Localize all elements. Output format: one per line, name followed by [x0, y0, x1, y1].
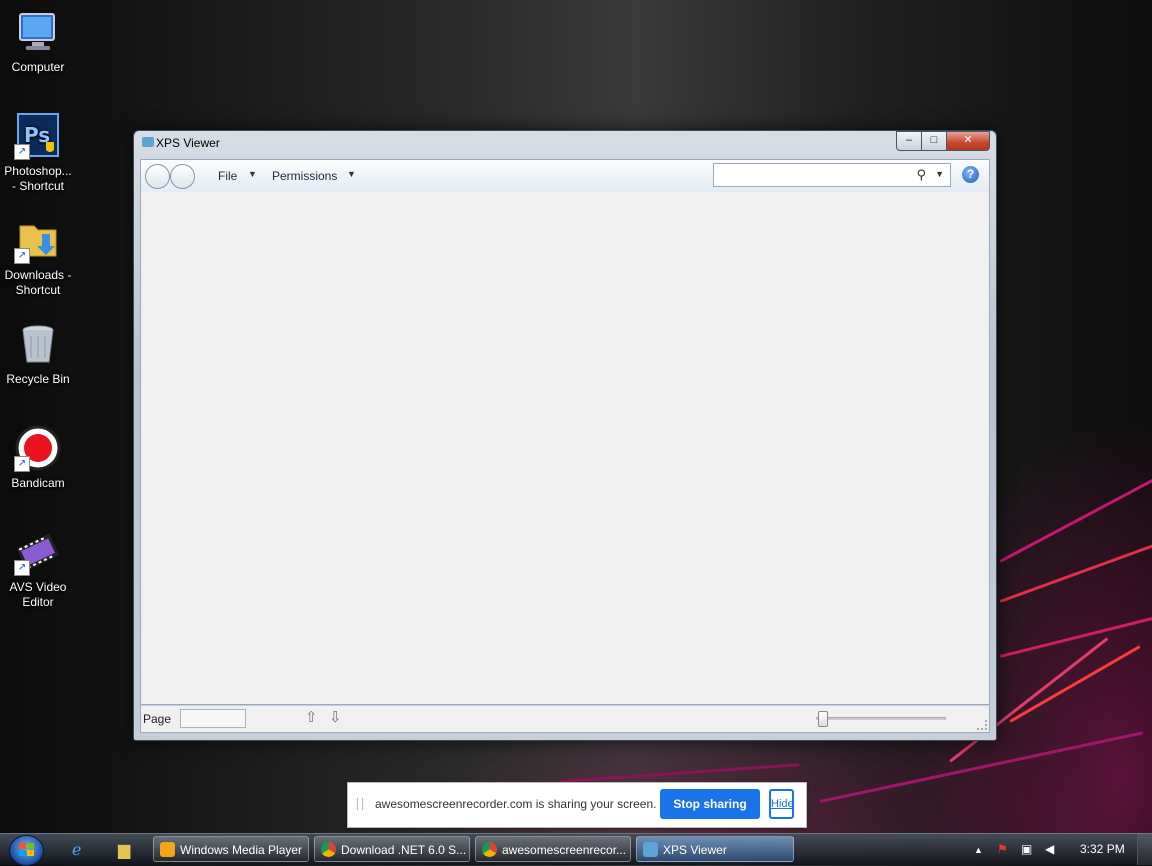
xps-viewer-window[interactable]: XPS Viewer – □ ✕ File ▼ Permissions ▼ ⚲ …: [133, 130, 997, 741]
desktop-icon-downloads[interactable]: ↗ Downloads - Shortcut: [0, 208, 76, 298]
xps-app-icon: [142, 137, 154, 147]
film-reel-icon: ↗: [14, 528, 62, 576]
show-hidden-icons-icon[interactable]: ▲: [974, 845, 983, 855]
sharing-message: awesomescreenrecorder.com is sharing you…: [375, 797, 657, 811]
maximize-button[interactable]: □: [921, 131, 947, 151]
desktop-icon-label: Shortcut: [15, 283, 61, 297]
wallpaper-streak: [999, 535, 1152, 603]
desktop-icon-label: Bandicam: [11, 476, 65, 490]
task-label: Download .NET 6.0 S...: [341, 843, 467, 857]
chevron-down-icon[interactable]: ▼: [347, 169, 356, 179]
file-menu[interactable]: File: [218, 169, 237, 183]
xps-app-icon: [643, 842, 658, 857]
chrome-icon: [321, 842, 336, 857]
recycle-bin-icon: [14, 320, 62, 368]
minimize-button[interactable]: –: [896, 131, 922, 151]
task-label: XPS Viewer: [663, 843, 727, 857]
window-title: XPS Viewer: [156, 136, 220, 150]
wallpaper-streak: [1009, 645, 1141, 723]
windows-logo-icon: [19, 843, 35, 857]
taskbar: ℯ ▆ Windows Media Player Download .NET 6…: [0, 833, 1152, 866]
back-button[interactable]: [145, 164, 170, 189]
forward-button[interactable]: [170, 164, 195, 189]
taskbar-item-xps-viewer[interactable]: XPS Viewer: [636, 836, 794, 862]
taskbar-item-chrome-dotnet[interactable]: Download .NET 6.0 S...: [314, 836, 470, 862]
page-number-input[interactable]: [180, 709, 246, 728]
hide-button[interactable]: Hide: [769, 789, 794, 819]
computer-icon: [14, 8, 62, 56]
wallpaper-streak: [999, 466, 1152, 563]
volume-muted-icon[interactable]: ◀: [1045, 842, 1054, 856]
document-area[interactable]: [140, 192, 990, 705]
status-bar: Page ⇧ ⇩: [140, 705, 990, 733]
folder-icon: ↗: [14, 216, 62, 264]
close-button[interactable]: ✕: [946, 131, 990, 151]
desktop-icon-avs-video-editor[interactable]: ↗ AVS Video Editor: [0, 520, 76, 610]
permissions-menu[interactable]: Permissions: [272, 169, 337, 183]
desktop-icon-computer[interactable]: Computer: [0, 0, 76, 75]
task-label: Windows Media Player: [180, 843, 303, 857]
wallpaper-streak: [819, 731, 1144, 803]
desktop-icon-label: - Shortcut: [11, 179, 65, 193]
toolbar: File ▼ Permissions ▼ ⚲ ▼ ?: [140, 159, 990, 193]
show-desktop-button[interactable]: [1137, 834, 1152, 865]
desktop-icon-label: Downloads -: [4, 268, 72, 282]
internet-explorer-icon[interactable]: ℯ: [72, 840, 81, 860]
desktop-icon-label: Recycle Bin: [6, 372, 70, 386]
taskbar-item-media-player[interactable]: Windows Media Player: [153, 836, 309, 862]
chevron-down-icon[interactable]: ▼: [935, 169, 944, 179]
search-input[interactable]: [718, 164, 912, 186]
task-label: awesomescreenrecor...: [502, 843, 627, 857]
desktop-icon-label: Photoshop...: [4, 164, 72, 178]
zoom-slider-thumb[interactable]: [818, 711, 829, 727]
shortcut-arrow-icon: ↗: [14, 144, 30, 160]
desktop-icon-label: AVS Video: [9, 580, 67, 594]
desktop-icon-recycle-bin[interactable]: Recycle Bin: [0, 312, 76, 387]
wallpaper-streak: [559, 763, 800, 783]
bandicam-icon: ↗: [14, 424, 62, 472]
desktop-icon-bandicam[interactable]: ↗ Bandicam: [0, 416, 76, 491]
arrow-down-icon[interactable]: ⇩: [329, 708, 342, 726]
zoom-slider[interactable]: [816, 711, 946, 727]
search-icon[interactable]: ⚲: [916, 167, 926, 183]
photoshop-icon: Ps ↗: [14, 112, 62, 160]
explorer-folder-icon[interactable]: ▆: [118, 840, 130, 860]
resize-grip[interactable]: [977, 720, 987, 730]
shortcut-arrow-icon: ↗: [14, 456, 30, 472]
shortcut-arrow-icon: ↗: [14, 248, 30, 264]
taskbar-item-chrome-recorder[interactable]: awesomescreenrecor...: [475, 836, 631, 862]
stop-sharing-button[interactable]: Stop sharing: [660, 789, 760, 819]
search-box[interactable]: ⚲ ▼: [713, 163, 951, 187]
arrow-up-icon[interactable]: ⇧: [305, 708, 318, 726]
start-button[interactable]: [9, 835, 44, 866]
desktop-icon-label: Computer: [11, 60, 65, 74]
screen-sharing-bar: awesomescreenrecorder.com is sharing you…: [347, 782, 807, 828]
drag-handle-icon[interactable]: [357, 798, 363, 810]
chrome-icon: [482, 842, 497, 857]
desktop-icon-photoshop[interactable]: Ps ↗ Photoshop... - Shortcut: [0, 104, 76, 194]
chevron-down-icon[interactable]: ▼: [248, 169, 257, 179]
network-icon[interactable]: ▣: [1021, 842, 1032, 856]
page-label: Page: [143, 712, 172, 726]
action-center-flag-icon[interactable]: ⚑: [997, 842, 1008, 856]
shortcut-arrow-icon: ↗: [14, 560, 30, 576]
help-icon[interactable]: ?: [962, 166, 979, 183]
media-player-icon: [160, 842, 175, 857]
desktop-icon-label: Editor: [22, 595, 54, 609]
clock[interactable]: 3:32 PM: [1080, 842, 1125, 856]
